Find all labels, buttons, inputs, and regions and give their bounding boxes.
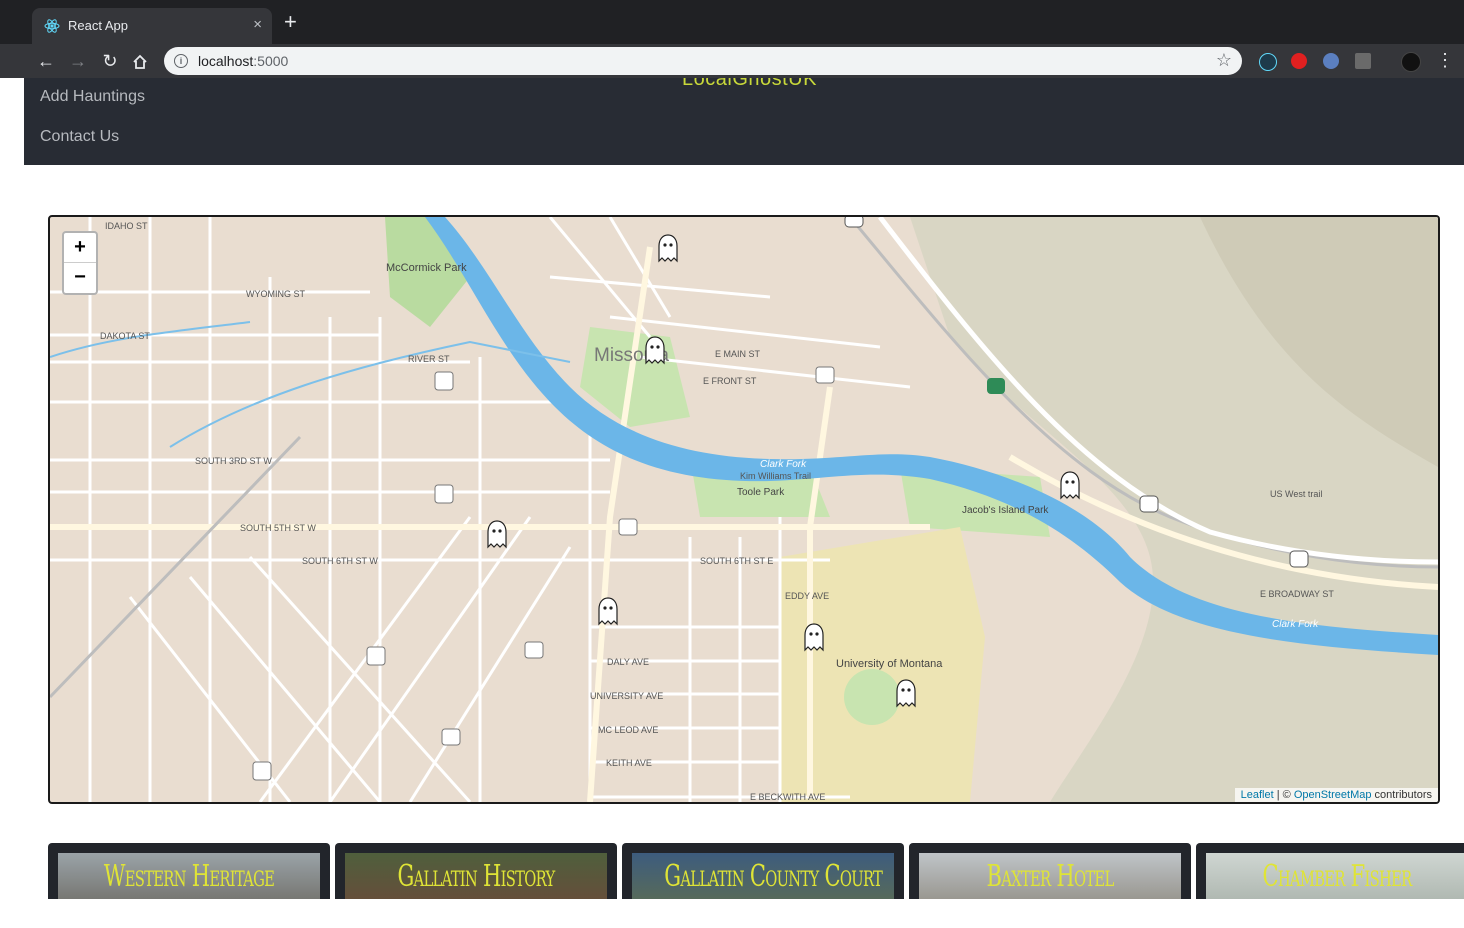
ghost-marker-icon[interactable] (482, 519, 512, 551)
map-label-mccormick: McCormick Park (386, 262, 467, 274)
map-label-keith: KEITH AVE (606, 758, 652, 768)
forward-arrow-icon[interactable]: → (67, 50, 89, 72)
attribution-suffix: contributors (1371, 789, 1432, 801)
zoom-out-button[interactable]: − (64, 263, 96, 292)
react-devtools-icon[interactable] (1259, 53, 1277, 71)
map-container[interactable]: Missoula McCormick Park Toole Park Jacob… (48, 215, 1440, 804)
map-label-river: RIVER ST (408, 354, 450, 364)
nav-add-hauntings[interactable]: Add Hauntings (40, 88, 145, 106)
browser-tab[interactable]: React App × (32, 8, 272, 44)
map-label-idaho: IDAHO ST (105, 221, 148, 231)
address-bar[interactable]: i localhost:5000 ☆ (164, 47, 1242, 75)
card-title: Baxter Hotel (986, 859, 1114, 894)
circle-extension-icon[interactable] (1323, 53, 1339, 69)
map-label-clark-fork-east: Clark Fork (1272, 619, 1319, 630)
brand-logo[interactable]: LocalGhostUK (682, 78, 817, 91)
ghost-marker-icon[interactable] (1055, 470, 1085, 502)
haunting-card[interactable]: Chamber Fisher (1196, 843, 1464, 899)
map-label-south-3rd: SOUTH 3RD ST W (195, 456, 272, 466)
map-label-wyoming: WYOMING ST (246, 289, 305, 299)
map-tiles: Missoula McCormick Park Toole Park Jacob… (50, 217, 1438, 802)
attribution-separator: | © (1273, 789, 1294, 801)
ghost-marker-icon[interactable] (653, 233, 683, 265)
card-title: Gallatin History (397, 859, 555, 894)
haunting-card[interactable]: Gallatin History (335, 843, 617, 899)
map-label-jacobs: Jacob's Island Park (962, 505, 1049, 516)
browser-toolbar: ← → ↻ i localhost:5000 ☆ ⋮ (0, 44, 1464, 78)
browser-tab-bar: React App × + (0, 0, 1464, 44)
map-label-eddy: EDDY AVE (785, 591, 829, 601)
haunting-cards: Western Heritage Gallatin History Gallat… (48, 843, 1464, 899)
haunting-card[interactable]: Baxter Hotel (909, 843, 1191, 899)
haunting-card[interactable]: Western Heritage (48, 843, 330, 899)
openstreetmap-link[interactable]: OpenStreetMap (1294, 789, 1372, 801)
map-label-toole: Toole Park (737, 487, 785, 498)
info-icon[interactable]: i (174, 54, 188, 68)
opera-extension-icon[interactable] (1291, 53, 1307, 69)
new-tab-button[interactable]: + (284, 11, 297, 33)
close-tab-icon[interactable]: × (253, 16, 262, 33)
map-label-dakota: DAKOTA ST (100, 331, 150, 341)
map-attribution: Leaflet | © OpenStreetMap contributors (1234, 788, 1438, 802)
reload-icon[interactable]: ↻ (99, 50, 121, 72)
map-label-broadway: E BROADWAY ST (1260, 589, 1334, 599)
react-icon (44, 19, 60, 33)
haunting-card[interactable]: Gallatin County Court (622, 843, 904, 899)
zoom-control: + − (62, 231, 98, 295)
map-label-beckwith: E BECKWITH AVE (750, 792, 825, 802)
map-label-south-6th-e: SOUTH 6TH ST E (700, 556, 773, 566)
app-header: LocalGhostUK Add Hauntings Contact Us (24, 78, 1464, 165)
map-label-main: E MAIN ST (715, 349, 761, 359)
home-icon[interactable] (131, 53, 149, 71)
map-label-university-ave: UNIVERSITY AVE (590, 691, 663, 701)
ghost-marker-icon[interactable] (799, 622, 829, 654)
tab-title: React App (68, 18, 128, 33)
map-label-mcleod: MC LEOD AVE (598, 725, 658, 735)
map-label-south-5th: SOUTH 5TH ST W (240, 523, 316, 533)
browser-menu-icon[interactable]: ⋮ (1436, 50, 1454, 71)
card-title: Western Heritage (103, 859, 275, 894)
map-label-us-west: US West trail (1270, 489, 1322, 499)
ghost-marker-icon[interactable] (891, 678, 921, 710)
code-extension-icon[interactable] (1355, 53, 1371, 69)
ghost-marker-icon[interactable] (640, 335, 670, 367)
avatar[interactable] (1401, 52, 1421, 72)
bookmark-star-icon[interactable]: ☆ (1216, 50, 1232, 71)
card-title: Gallatin County Court (664, 859, 883, 894)
leaflet-link[interactable]: Leaflet (1241, 789, 1274, 801)
nav-contact-us[interactable]: Contact Us (40, 128, 119, 146)
card-title: Chamber Fisher (1262, 859, 1412, 894)
map-label-south-6th: SOUTH 6TH ST W (302, 556, 378, 566)
ghost-marker-icon[interactable] (593, 596, 623, 628)
url-text: localhost:5000 (198, 53, 289, 69)
map-label-daly: DALY AVE (607, 657, 649, 667)
map-label-front: E FRONT ST (703, 376, 757, 386)
zoom-in-button[interactable]: + (64, 233, 96, 263)
back-arrow-icon[interactable]: ← (35, 50, 57, 72)
map-label-university: University of Montana (836, 658, 943, 670)
map-label-kim-williams: Kim Williams Trail (740, 471, 811, 481)
map-label-clark-fork: Clark Fork (760, 459, 807, 470)
